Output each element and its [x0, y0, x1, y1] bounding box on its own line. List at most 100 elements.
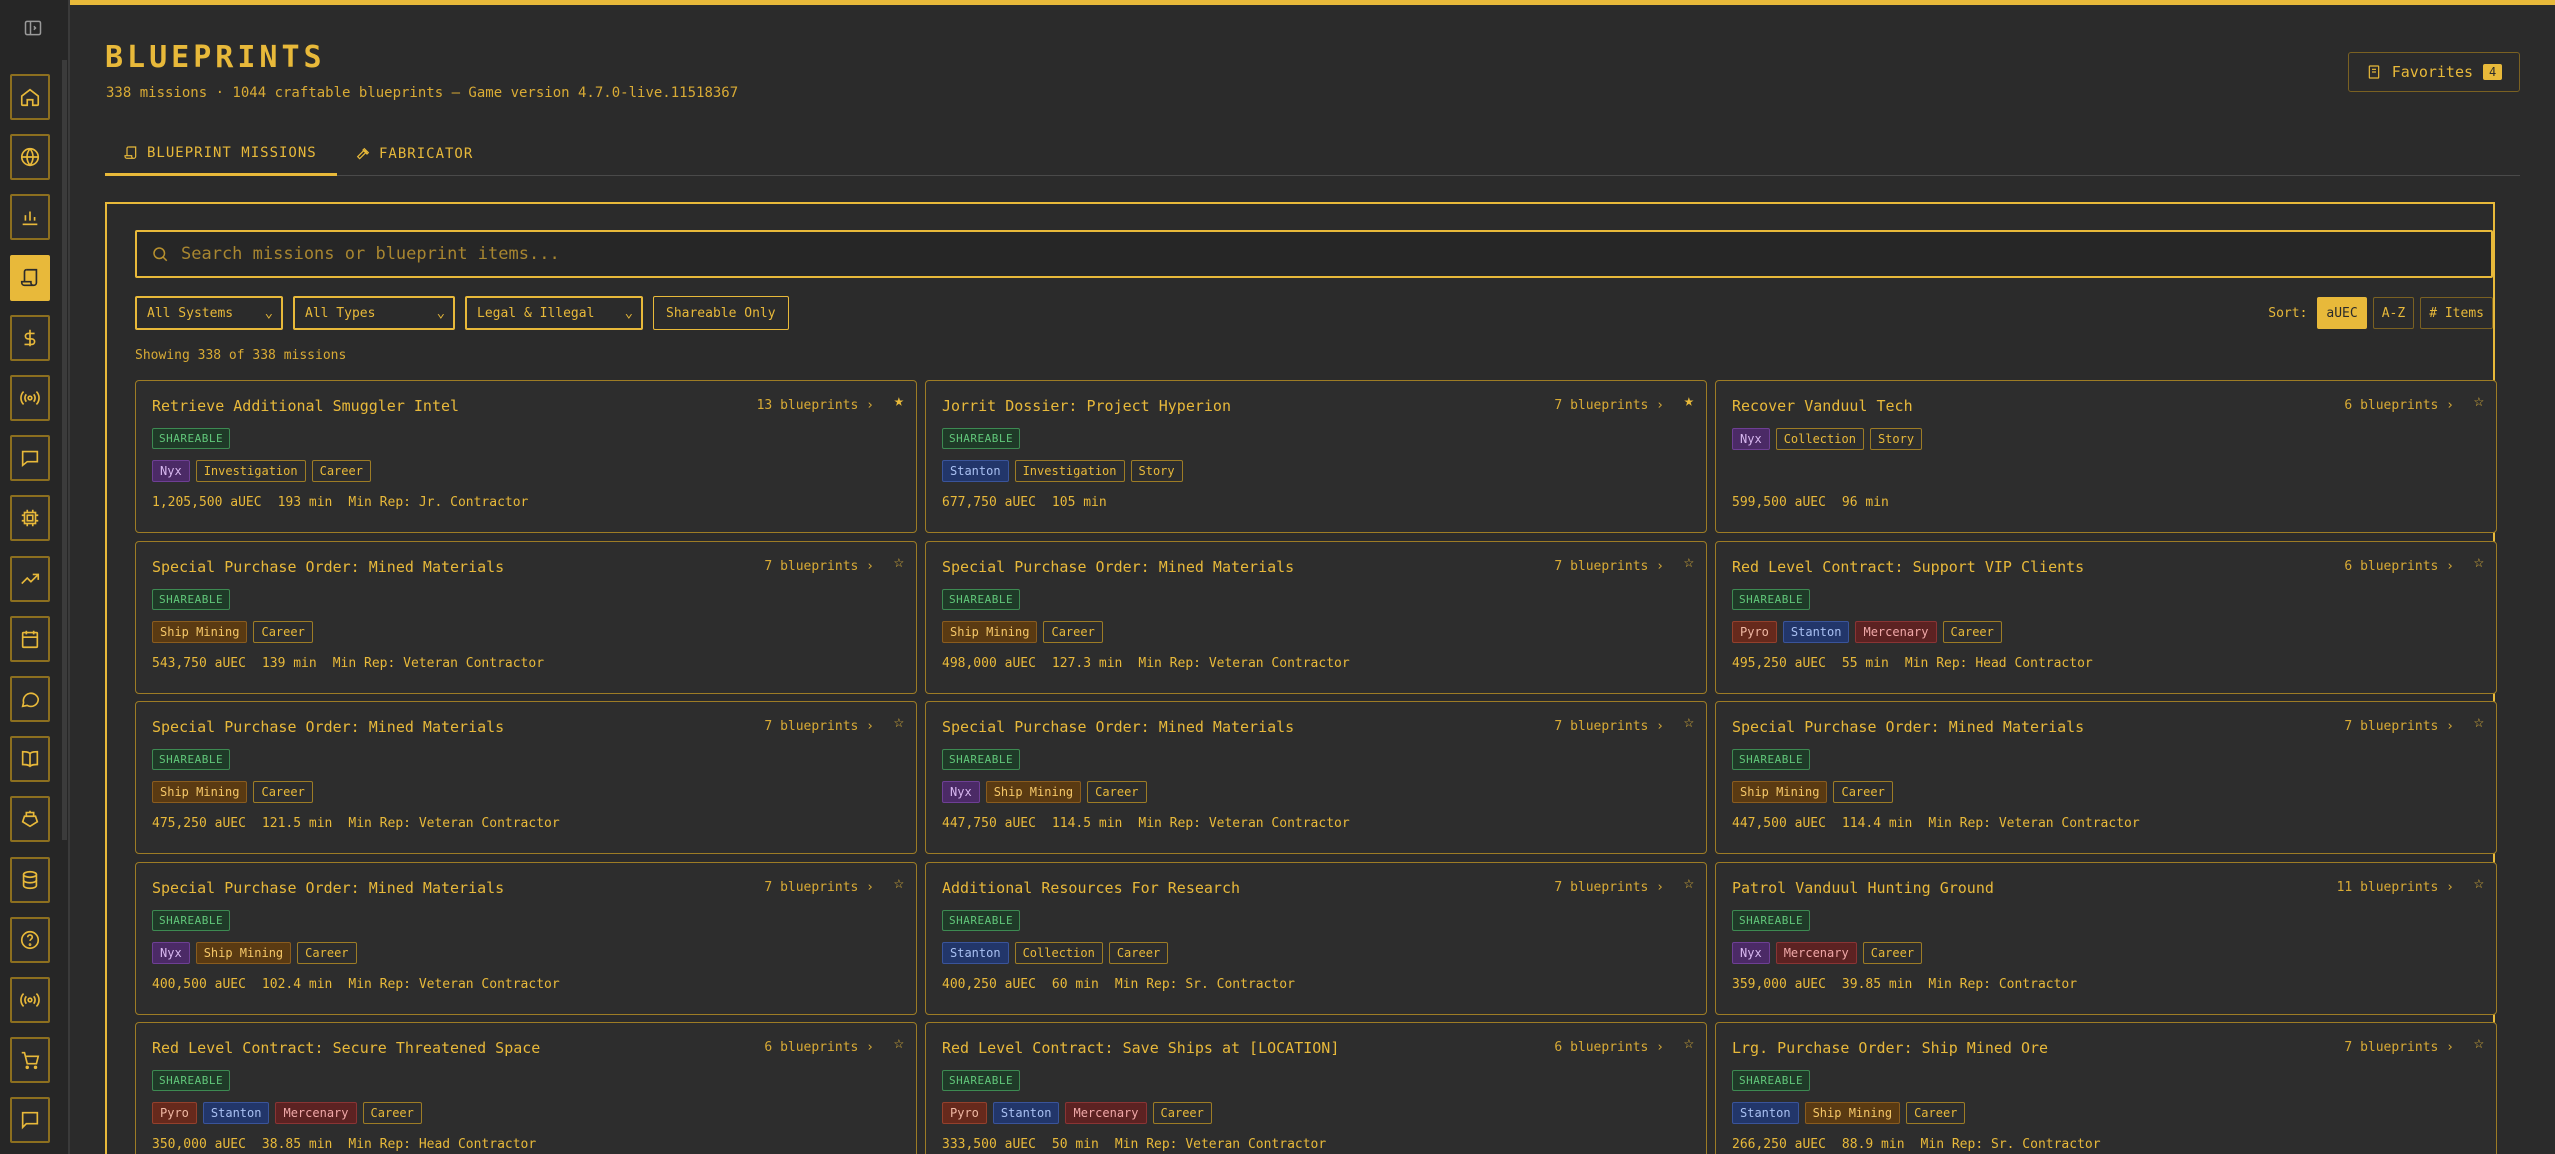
mission-card[interactable]: Special Purchase Order: Mined Materials 7…	[135, 701, 917, 854]
mission-tag: Nyx	[1732, 941, 1770, 964]
blueprint-count-link[interactable]: 6 blueprints ›	[1554, 1040, 1664, 1055]
mission-reward: 543,750 aUEC	[152, 655, 246, 671]
star-outline-icon[interactable]: ☆	[2474, 1035, 2484, 1052]
blueprint-count-link[interactable]: 13 blueprints ›	[757, 398, 874, 413]
blueprint-count-link[interactable]: 7 blueprints ›	[764, 559, 874, 574]
star-outline-icon[interactable]: ☆	[1684, 874, 1694, 892]
sort-items-button[interactable]: # Items	[2420, 297, 2493, 329]
mission-card[interactable]: Patrol Vanduul Hunting Ground 11 blueprin…	[1715, 861, 2497, 1015]
blueprint-count-link[interactable]: 7 blueprints ›	[764, 719, 874, 734]
mission-card[interactable]: Special Purchase Order: Mined Materials 7…	[135, 540, 917, 694]
sidebar-item-chat[interactable]	[10, 435, 50, 482]
mission-card[interactable]: Recover Vanduul Tech 6 blueprints › ☆ Nyx Co…	[1715, 380, 2497, 533]
shareable-badge: SHAREABLE	[152, 428, 231, 449]
sidebar-item-dollar[interactable]	[10, 314, 50, 361]
mission-reward: 495,250 aUEC	[1732, 655, 1826, 671]
star-filled-icon[interactable]: ★	[1684, 393, 1694, 410]
sidebar-collapse-icon[interactable]	[20, 18, 46, 44]
sidebar-item-cart[interactable]	[10, 1037, 50, 1084]
sidebar-item-bar-chart[interactable]	[10, 194, 50, 241]
star-outline-icon[interactable]: ☆	[2474, 553, 2484, 571]
star-outline-icon[interactable]: ☆	[2474, 874, 2484, 892]
scroll-icon	[124, 145, 137, 159]
favorites-button[interactable]: Favorites 4	[2348, 52, 2520, 92]
star-outline-icon[interactable]: ☆	[2474, 393, 2484, 410]
cart-icon	[21, 1052, 40, 1070]
sidebar-item-database[interactable]	[10, 856, 50, 903]
tab-blueprint-missions[interactable]: BLUEPRINT MISSIONS	[105, 132, 337, 176]
sidebar-item-scroll[interactable]	[10, 254, 50, 301]
star-filled-icon[interactable]: ★	[894, 393, 904, 410]
mission-card[interactable]: Jorrit Dossier: Project Hyperion 7 bluepr…	[925, 380, 1707, 533]
mission-min-rep: Min Rep: Veteran Contractor	[1114, 1137, 1327, 1152]
mission-min-rep: Min Rep: Sr. Contractor	[1920, 1137, 2101, 1152]
blueprint-count-link[interactable]: 7 blueprints ›	[2344, 1040, 2454, 1055]
star-outline-icon[interactable]: ☆	[894, 874, 904, 892]
mission-card[interactable]: Lrg. Purchase Order: Ship Mined Ore 7 blu…	[1715, 1022, 2497, 1154]
mission-min-rep: Min Rep: Veteran Contractor	[348, 816, 560, 831]
sidebar-item-help[interactable]	[10, 916, 50, 963]
search-box[interactable]	[135, 230, 2493, 278]
tab-fabricator[interactable]: FABRICATOR	[337, 132, 491, 176]
shareable-only-toggle[interactable]: Shareable Only	[653, 296, 789, 330]
mission-meta: 359,000 aUEC 39.85 min Min Rep: Contractor	[1732, 977, 2077, 992]
star-outline-icon[interactable]: ☆	[894, 553, 904, 571]
sort-az-button[interactable]: A-Z	[2372, 297, 2415, 329]
blueprint-count-link[interactable]: 7 blueprints ›	[1554, 880, 1664, 895]
legality-select[interactable]: Legal & Illegal ⌄	[465, 296, 643, 330]
mission-card[interactable]: Special Purchase Order: Mined Materials 7…	[925, 701, 1707, 854]
mission-card[interactable]: Retrieve Additional Smuggler Intel 13 blu…	[135, 380, 917, 533]
mission-reward: 447,750 aUEC	[942, 816, 1036, 831]
search-input[interactable]	[181, 244, 2381, 264]
mission-title: Patrol Vanduul Hunting Ground	[1732, 878, 1994, 897]
blueprint-count-link[interactable]: 7 blueprints ›	[2344, 719, 2454, 734]
blueprint-count-link[interactable]: 11 blueprints ›	[2337, 880, 2454, 895]
globe-icon	[20, 148, 40, 167]
sidebar-item-message[interactable]	[10, 1097, 50, 1144]
star-outline-icon[interactable]: ☆	[1684, 553, 1694, 571]
results-count: Showing 338 of 338 missions	[135, 348, 347, 363]
sidebar-item-ship[interactable]	[10, 796, 50, 843]
mission-tag: Mercenary	[1855, 620, 1937, 643]
mission-meta: 333,500 aUEC 50 min Min Rep: Veteran Contr…	[942, 1137, 1326, 1152]
mission-tag: Pyro	[942, 1102, 987, 1124]
blueprint-count-link[interactable]: 6 blueprints ›	[2344, 398, 2454, 413]
sidebar-item-calendar[interactable]	[10, 615, 50, 662]
blueprint-count-link[interactable]: 7 blueprints ›	[764, 880, 874, 895]
sort-auec-button[interactable]: aUEC	[2317, 297, 2367, 329]
mission-title: Special Purchase Order: Mined Materials	[152, 557, 505, 576]
blueprint-count-link[interactable]: 6 blueprints ›	[764, 1040, 874, 1055]
star-outline-icon[interactable]: ☆	[894, 714, 904, 731]
blueprint-count-link[interactable]: 7 blueprints ›	[1554, 398, 1664, 413]
mission-min-rep: Min Rep: Veteran Contractor	[1138, 655, 1350, 671]
sidebar-item-book[interactable]	[10, 736, 50, 783]
sidebar-item-broadcast[interactable]	[10, 375, 50, 421]
systems-select[interactable]: All Systems ⌄	[135, 296, 283, 330]
mission-min-rep: Min Rep: Head Contractor	[348, 1137, 537, 1152]
blueprint-count-link[interactable]: 7 blueprints ›	[1554, 559, 1664, 574]
mission-min-rep: Min Rep: Head Contractor	[1904, 655, 2093, 671]
page-title: BLUEPRINTS	[105, 40, 326, 75]
types-select[interactable]: All Types ⌄	[293, 296, 455, 330]
mission-card[interactable]: Red Level Contract: Save Ships at [LOCAT…	[925, 1022, 1707, 1154]
star-outline-icon[interactable]: ☆	[2474, 714, 2484, 731]
mission-card[interactable]: Special Purchase Order: Mined Materials 7…	[135, 861, 917, 1015]
mission-card[interactable]: Special Purchase Order: Mined Materials 7…	[925, 540, 1707, 694]
mission-card[interactable]: Special Purchase Order: Mined Materials 7…	[1715, 701, 2497, 854]
mission-card[interactable]: Red Level Contract: Support VIP Clients 6…	[1715, 540, 2497, 694]
sidebar-item-chip[interactable]	[10, 495, 50, 542]
blueprint-count-link[interactable]: 6 blueprints ›	[2344, 559, 2454, 574]
star-outline-icon[interactable]: ☆	[1684, 1035, 1694, 1052]
sidebar-item-home[interactable]	[10, 74, 50, 120]
star-outline-icon[interactable]: ☆	[1684, 714, 1694, 731]
blueprint-count-link[interactable]: 7 blueprints ›	[1554, 719, 1664, 734]
sidebar-item-globe[interactable]	[10, 134, 50, 181]
sidebar-item-trending[interactable]	[10, 555, 50, 602]
mission-tags: Ship Mining Career	[152, 781, 313, 803]
mission-card[interactable]: Additional Resources For Research 7 bluep…	[925, 861, 1707, 1015]
star-outline-icon[interactable]: ☆	[894, 1035, 904, 1052]
mission-card[interactable]: Red Level Contract: Secure Threatened Sp…	[135, 1022, 917, 1154]
sidebar-item-speech-bubble[interactable]	[10, 676, 50, 722]
sidebar-scrollbar[interactable]	[62, 60, 67, 840]
sidebar-item-signal[interactable]	[10, 977, 50, 1023]
